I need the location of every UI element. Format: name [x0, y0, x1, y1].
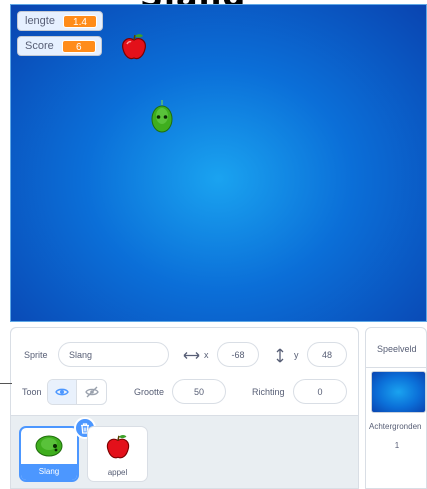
apple-sprite[interactable]: [119, 32, 149, 62]
monitor-label: Score: [25, 40, 54, 52]
x-input[interactable]: -68: [217, 342, 259, 367]
monitor-label: lengte: [25, 15, 55, 27]
backdrops-count: 1: [394, 441, 400, 450]
snake-icon: [35, 435, 63, 457]
variable-monitor-lengte: lengte 1.4: [17, 11, 103, 31]
stage[interactable]: lengte 1.4 Score 6: [10, 4, 427, 322]
y-input[interactable]: 48: [307, 342, 347, 367]
stage-thumbnail[interactable]: [371, 371, 426, 413]
sprite-info: Sprite Slang x -68 y 48 Toon Grootte 50 …: [11, 328, 358, 416]
direction-value: 0: [317, 386, 323, 397]
show-toggle: [47, 379, 107, 405]
sprite-tile-name: Slang: [21, 464, 77, 480]
show-label: Toon: [22, 387, 42, 397]
eye-slash-icon: [84, 386, 99, 398]
show-visible-button[interactable]: [48, 380, 77, 404]
sprite-pane: Sprite Slang x -68 y 48 Toon Grootte 50 …: [10, 327, 359, 489]
eye-icon: [55, 388, 69, 396]
variable-monitor-score: Score 6: [17, 36, 102, 56]
vertical-arrows-icon: [276, 348, 284, 363]
sprite-label: Sprite: [24, 350, 48, 360]
monitor-value: 1.4: [62, 14, 97, 28]
sprite-tile-appel[interactable]: appel: [87, 426, 148, 482]
direction-input[interactable]: 0: [293, 379, 347, 404]
y-label: y: [294, 350, 299, 360]
divider-line: [0, 383, 12, 384]
y-value: 48: [321, 349, 332, 360]
snake-sprite[interactable]: [150, 98, 174, 134]
x-label: x: [204, 350, 209, 360]
sprite-name-input[interactable]: Slang: [58, 342, 169, 367]
direction-label: Richting: [252, 387, 285, 397]
size-value: 50: [193, 386, 204, 397]
sprite-name-value: Slang: [69, 349, 93, 360]
apple-icon: [106, 434, 129, 459]
size-input[interactable]: 50: [172, 379, 226, 404]
show-hidden-button[interactable]: [77, 380, 106, 404]
sprite-tile-name: appel: [107, 468, 128, 477]
monitor-value: 6: [61, 39, 96, 53]
size-label: Grootte: [134, 387, 165, 397]
stage-selector[interactable]: Speelveld Achtergronden 1: [365, 327, 427, 489]
sprite-tile-slang[interactable]: Slang: [19, 426, 79, 482]
backdrops-label: Achtergronden: [369, 422, 422, 431]
horizontal-arrows-icon: [183, 352, 200, 359]
stage-selector-title: Speelveld: [366, 328, 426, 368]
x-value: -68: [231, 349, 245, 360]
